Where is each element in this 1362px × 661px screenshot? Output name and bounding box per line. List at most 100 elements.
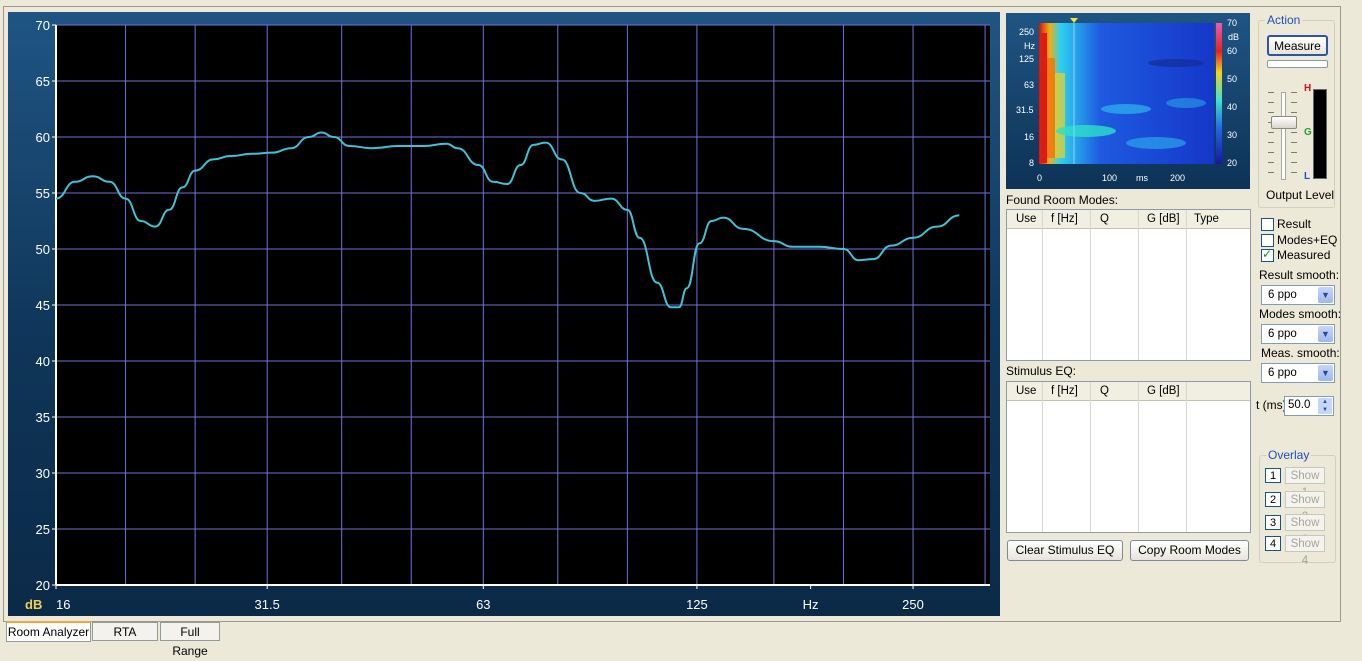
tab-rta[interactable]: RTA <box>92 622 158 641</box>
y-tick-label: 50 <box>36 242 50 257</box>
spec-scale-tick: 60 <box>1227 46 1237 56</box>
show-4-button[interactable]: Show 4 <box>1285 535 1325 567</box>
y-tick-label: 60 <box>36 130 50 145</box>
column-divider <box>1186 210 1187 360</box>
show-2-button[interactable]: Show 2 <box>1285 491 1325 523</box>
modes-eq-checkbox[interactable] <box>1261 234 1274 247</box>
select-value: 6 ppo <box>1268 328 1297 340</box>
spec-scale-tick: 70 <box>1227 18 1237 28</box>
output-level-label: Output Level <box>1266 188 1335 202</box>
x-tick-label: Hz <box>803 597 819 612</box>
t-ms-value: 50.0 <box>1288 399 1311 411</box>
column-header[interactable]: Type <box>1194 213 1219 225</box>
time-marker-handle[interactable] <box>1070 18 1078 23</box>
overlay-group-title: Overlay <box>1266 448 1312 462</box>
y-tick-label: 55 <box>36 186 50 201</box>
measured-checkbox-label: Measured <box>1277 248 1331 262</box>
chevron-down-icon[interactable]: ▼ <box>1318 365 1333 381</box>
overlay-2-button[interactable]: 2 <box>1265 492 1281 507</box>
x-tick-label: 125 <box>686 597 708 612</box>
spec-scale-tick: 30 <box>1227 130 1237 140</box>
output-level-slider-track[interactable] <box>1281 92 1286 180</box>
spec-x-tick: 200 <box>1170 173 1185 183</box>
meter-label-low: L <box>1304 171 1311 182</box>
table-header: Use f [Hz] Q G [dB] <box>1007 382 1250 401</box>
show-1-button[interactable]: Show 1 <box>1285 467 1325 499</box>
meas-smooth-select[interactable]: 6 ppo ▼ <box>1261 363 1335 383</box>
spectrogram-panel: 250 Hz 125 63 31.5 16 8 0 100 ms 200 70 … <box>1006 13 1250 189</box>
spectrogram-scale-bar <box>1216 23 1222 164</box>
table-header: Use f [Hz] Q G [dB] Type <box>1007 210 1250 229</box>
select-value: 6 ppo <box>1268 367 1297 379</box>
result-checkbox[interactable] <box>1261 218 1274 231</box>
column-header[interactable]: Q <box>1100 213 1109 225</box>
column-divider <box>1138 210 1139 360</box>
column-header[interactable]: f [Hz] <box>1051 385 1078 397</box>
output-level-ticks <box>1268 92 1274 178</box>
output-level-ticks <box>1291 92 1297 178</box>
spectrogram-chart[interactable]: 250 Hz 125 63 31.5 16 8 0 100 ms 200 70 … <box>1006 13 1250 189</box>
meas-smooth-label: Meas. smooth: <box>1261 346 1340 360</box>
measured-checkbox[interactable] <box>1261 247 1274 262</box>
overlay-4-button[interactable]: 4 <box>1265 536 1281 551</box>
spec-scale-tick: 40 <box>1227 102 1237 112</box>
copy-room-modes-button[interactable]: Copy Room Modes <box>1130 540 1249 561</box>
frequency-response-chart[interactable]: 20 25 30 35 40 45 50 55 60 65 70 16 31.5 63 125 Hz 250 d… <box>8 12 1000 616</box>
t-ms-spinner[interactable]: 50.0 ▲ ▼ <box>1284 396 1334 416</box>
result-smooth-select[interactable]: 6 ppo ▼ <box>1261 285 1335 305</box>
chevron-down-icon[interactable]: ▼ <box>1318 326 1333 342</box>
overlay-1-button[interactable]: 1 <box>1265 468 1281 483</box>
measure-button[interactable]: Measure <box>1267 35 1328 56</box>
tab-room-analyzer[interactable]: Room Analyzer <box>6 621 91 642</box>
found-room-modes-title: Found Room Modes: <box>1006 193 1119 207</box>
x-tick-label: 16 <box>56 597 70 612</box>
spec-scale-unit: dB <box>1228 32 1239 42</box>
modes-smooth-select[interactable]: 6 ppo ▼ <box>1261 324 1335 344</box>
y-tick-label: 45 <box>36 298 50 313</box>
column-header[interactable]: f [Hz] <box>1051 213 1078 225</box>
column-header[interactable]: Q <box>1100 385 1109 397</box>
spin-up-icon[interactable]: ▲ <box>1318 398 1332 406</box>
progress-bar <box>1267 60 1328 68</box>
output-level-slider-thumb[interactable] <box>1271 116 1297 129</box>
spin-down-icon[interactable]: ▼ <box>1318 406 1332 414</box>
y-tick-label: 30 <box>36 466 50 481</box>
select-value: 6 ppo <box>1268 289 1297 301</box>
y-tick-label: 70 <box>36 18 50 33</box>
column-header[interactable]: G [dB] <box>1147 385 1180 397</box>
tab-full-range[interactable]: Full Range <box>160 622 220 658</box>
column-header[interactable]: Use <box>1016 213 1036 225</box>
result-smooth-label: Result smooth: <box>1259 268 1340 282</box>
column-divider <box>1090 382 1091 532</box>
modes-smooth-label: Modes smooth: <box>1259 307 1342 321</box>
spec-y-tick: 125 <box>1019 54 1034 64</box>
level-meter <box>1313 89 1327 179</box>
spec-x-unit: ms <box>1136 173 1148 183</box>
y-tick-label: 25 <box>36 522 50 537</box>
spec-y-tick: 63 <box>1024 80 1034 90</box>
y-unit-label: dB <box>25 597 42 612</box>
spec-x-tick: 0 <box>1037 173 1042 183</box>
column-divider <box>1042 382 1043 532</box>
column-header[interactable]: Use <box>1016 385 1036 397</box>
action-group-title: Action <box>1265 13 1303 27</box>
chevron-down-icon[interactable]: ▼ <box>1318 287 1333 303</box>
spec-x-tick: 100 <box>1102 173 1117 183</box>
column-header[interactable]: G [dB] <box>1147 213 1180 225</box>
column-divider <box>1090 210 1091 360</box>
spec-y-unit: Hz <box>1024 41 1035 51</box>
clear-stimulus-eq-button[interactable]: Clear Stimulus EQ <box>1007 540 1123 561</box>
spec-y-tick: 250 <box>1019 27 1034 37</box>
show-3-button[interactable]: Show 3 <box>1285 514 1325 546</box>
overlay-3-button[interactable]: 3 <box>1265 515 1281 530</box>
result-checkbox-label: Result <box>1277 217 1312 231</box>
spec-y-tick: 31.5 <box>1016 105 1034 115</box>
x-tick-label: 63 <box>476 597 490 612</box>
found-room-modes-table[interactable]: Use f [Hz] Q G [dB] Type <box>1006 209 1251 361</box>
frequency-response-panel: 20 25 30 35 40 45 50 55 60 65 70 16 31.5 63 125 Hz 250 d… <box>8 12 1000 616</box>
stimulus-eq-table[interactable]: Use f [Hz] Q G [dB] <box>1006 381 1251 533</box>
y-tick-label: 35 <box>36 410 50 425</box>
modes-eq-checkbox-label: Modes+EQ <box>1277 233 1338 247</box>
spec-scale-tick: 20 <box>1227 158 1237 168</box>
spec-scale-tick: 50 <box>1227 74 1237 84</box>
